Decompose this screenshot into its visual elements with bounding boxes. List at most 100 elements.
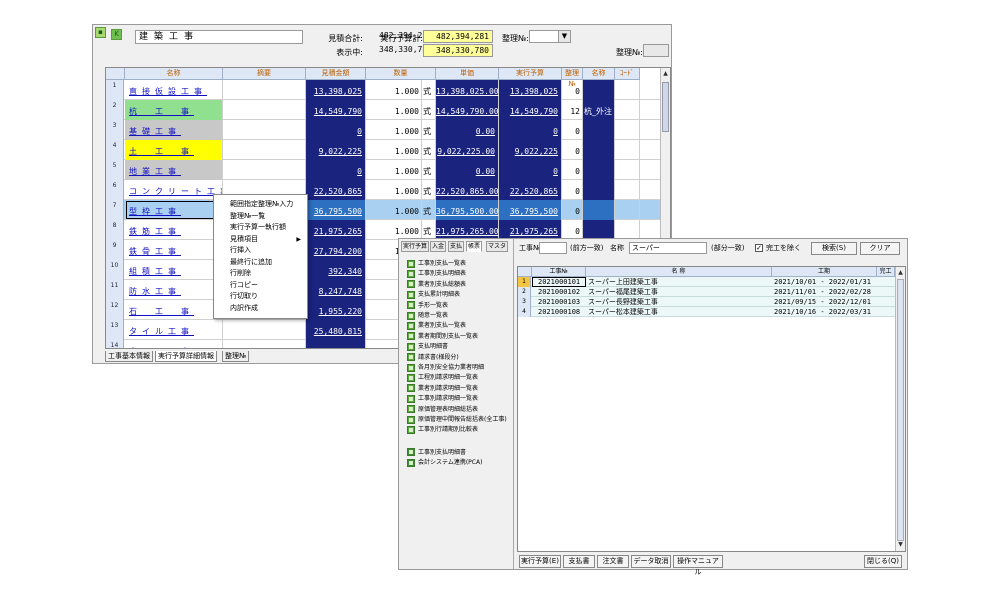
scroll-down-icon[interactable]: ▼ bbox=[896, 540, 905, 550]
row-unit-price[interactable]: 21,975,265.00 bbox=[436, 220, 499, 240]
row-unit[interactable]: 式 bbox=[422, 180, 436, 200]
row-unit[interactable]: 式 bbox=[422, 140, 436, 160]
table-row[interactable]: 4 2021000108 スーパー松本建築工事 2021/10/16 - 2022/0… bbox=[518, 307, 895, 317]
row-name[interactable]: スーパー松本建築工事 bbox=[586, 307, 772, 317]
row-name[interactable]: 木 工 事 bbox=[125, 340, 223, 348]
seiri-no-field-2[interactable] bbox=[643, 44, 669, 57]
context-menu-item[interactable]: 行挿入 bbox=[214, 245, 307, 256]
scroll-up-icon[interactable]: ▲ bbox=[661, 69, 670, 79]
row-estimate-amount[interactable]: 9,022,225 bbox=[306, 140, 366, 160]
row-name[interactable]: 組積工事 bbox=[125, 260, 223, 280]
col-header-koji-no[interactable]: 工事№ bbox=[532, 267, 586, 277]
row-name[interactable]: 地業工事 bbox=[125, 160, 223, 180]
table-row[interactable]: 1 2021000101 スーパー上田建築工事 2021/10/01 - 2022/0… bbox=[518, 277, 895, 287]
table-row[interactable]: 1 直接仮設工事 13,398,025 1.000 式 13,398,025.00 13,3… bbox=[106, 80, 661, 100]
row-done[interactable] bbox=[877, 277, 895, 287]
col-header-estimate-amount[interactable]: 見積金額 bbox=[306, 68, 366, 80]
row-exec-budget[interactable]: 0 bbox=[499, 160, 562, 180]
row-done[interactable] bbox=[877, 287, 895, 297]
row-unit-price[interactable]: 0.00 bbox=[436, 120, 499, 140]
report-menu-item[interactable]: 会計システム連携(PCA) bbox=[407, 458, 482, 468]
table-row[interactable]: 3 2021000103 スーパー長野建築工事 2021/09/15 - 2022/1… bbox=[518, 297, 895, 307]
name-input[interactable]: スーパー bbox=[629, 242, 707, 254]
row-estimate-amount[interactable]: 21,975,265 bbox=[306, 220, 366, 240]
row-quantity[interactable]: 1.000 bbox=[366, 140, 422, 160]
row-exec-budget[interactable]: 0 bbox=[499, 120, 562, 140]
row-summary[interactable] bbox=[223, 320, 306, 340]
row-name2[interactable] bbox=[583, 120, 615, 140]
row-unit-price[interactable]: 9,022,225.00 bbox=[436, 140, 499, 160]
row-seiri-no[interactable]: 0 bbox=[562, 180, 583, 200]
table-row[interactable]: 4土 工 事 9,022,225 1.000 式 9,022,225.00 9,022,2… bbox=[106, 140, 661, 160]
report-menu-item[interactable]: 工事別支払明細書 bbox=[407, 448, 466, 458]
row-unit-price[interactable]: 0.00 bbox=[436, 160, 499, 180]
row-name[interactable]: タイル工事 bbox=[125, 320, 223, 340]
row-quantity[interactable]: 1.000 bbox=[366, 120, 422, 140]
row-seiri-no[interactable]: 0 bbox=[562, 200, 583, 220]
row-summary[interactable] bbox=[223, 160, 306, 180]
row-code[interactable] bbox=[615, 120, 640, 140]
row-seiri-no[interactable]: 0 bbox=[562, 160, 583, 180]
report-menu-item[interactable]: 業者期間別支払一覧表 bbox=[407, 332, 478, 342]
row-name[interactable]: 土 工 事 bbox=[125, 140, 223, 160]
row-quantity[interactable]: 1.000 bbox=[366, 220, 422, 240]
row-period[interactable]: 2021/10/01 - 2022/01/31 bbox=[772, 277, 877, 287]
clear-button[interactable]: クリア bbox=[860, 242, 900, 255]
navigate-icon[interactable]: K bbox=[111, 29, 122, 40]
table-row[interactable]: 5 地業工事 0 1.000 式 0.00 0 0 bbox=[106, 160, 661, 180]
row-quantity[interactable]: 1.000 bbox=[366, 180, 422, 200]
row-estimate-amount[interactable]: 25,480,815 bbox=[306, 320, 366, 340]
scroll-thumb[interactable] bbox=[897, 279, 904, 541]
row-code[interactable] bbox=[615, 200, 640, 220]
context-menu-item[interactable]: 見積項目 ▶ bbox=[214, 234, 307, 245]
context-menu-item[interactable]: 実行予算一執行額 bbox=[214, 222, 307, 233]
report-menu-item[interactable]: 原価管理中間報告総括表(全工事) bbox=[407, 415, 507, 425]
row-name2[interactable]: 杭_外注 bbox=[583, 100, 615, 120]
row-estimate-amount[interactable]: 0 bbox=[306, 120, 366, 140]
payment-slip-button[interactable]: 支払書 bbox=[563, 555, 595, 568]
koji-no-input[interactable] bbox=[539, 242, 567, 254]
row-seiri-no[interactable]: 0 bbox=[562, 140, 583, 160]
tab-exec-budget[interactable]: 実行予算 bbox=[401, 241, 430, 252]
row-estimate-amount[interactable]: 1,955,220 bbox=[306, 300, 366, 320]
tab-exec-budget-detail[interactable]: 実行予算詳細情報 bbox=[155, 351, 217, 362]
col-header-done[interactable]: 完工 bbox=[877, 267, 895, 277]
exclude-done-checkbox[interactable]: ✓ bbox=[755, 244, 763, 252]
row-seiri-no[interactable]: 0 bbox=[562, 80, 583, 100]
row-koji-no[interactable]: 2021000103 bbox=[532, 297, 586, 307]
row-summary[interactable] bbox=[223, 340, 306, 348]
row-code[interactable] bbox=[615, 220, 640, 240]
row-exec-budget[interactable]: 22,520,865 bbox=[499, 180, 562, 200]
row-unit-price[interactable]: 22,520,865.00 bbox=[436, 180, 499, 200]
row-koji-no[interactable]: 2021000108 bbox=[532, 307, 586, 317]
scroll-up-icon[interactable]: ▲ bbox=[896, 268, 905, 278]
row-period[interactable]: 2021/11/01 - 2022/02/28 bbox=[772, 287, 877, 297]
tab-master[interactable]: マスタ bbox=[486, 241, 509, 252]
row-estimate-amount[interactable]: 0 bbox=[306, 160, 366, 180]
row-estimate-amount[interactable]: 14,549,790 bbox=[306, 100, 366, 120]
col-header-code[interactable]: ｺｰﾄﾞ bbox=[615, 68, 640, 80]
row-name[interactable]: 型枠工事 bbox=[125, 200, 223, 220]
row-estimate-amount[interactable]: 35,643,727 bbox=[306, 340, 366, 348]
row-code[interactable] bbox=[615, 80, 640, 100]
manual-button[interactable]: 操作マニュアル bbox=[673, 555, 723, 576]
row-koji-no[interactable]: 2021000101 bbox=[532, 277, 586, 287]
report-menu-item[interactable]: 手形一覧表 bbox=[407, 301, 448, 311]
row-koji-no[interactable]: 2021000102 bbox=[532, 287, 586, 297]
row-name[interactable]: コンクリート工事 bbox=[125, 180, 223, 200]
tab-deposit[interactable]: 入金 bbox=[430, 241, 447, 252]
row-name[interactable]: 鉄筋工事 bbox=[125, 220, 223, 240]
report-menu-item[interactable]: 工事別支払明細表 bbox=[407, 269, 466, 279]
report-menu-item[interactable]: 業者別請求明細一覧表 bbox=[407, 384, 478, 394]
row-unit-price[interactable]: 14,549,790.00 bbox=[436, 100, 499, 120]
row-estimate-amount[interactable]: 13,398,025 bbox=[306, 80, 366, 100]
report-menu-item[interactable]: 支払累計明細表 bbox=[407, 290, 460, 300]
row-name[interactable]: 鉄骨工事 bbox=[125, 240, 223, 260]
row-unit[interactable]: 式 bbox=[422, 120, 436, 140]
context-menu-item[interactable]: 内訳作成 bbox=[214, 303, 307, 314]
col-header-unit-price[interactable]: 単価 bbox=[436, 68, 499, 80]
row-quantity[interactable]: 1.000 bbox=[366, 80, 422, 100]
report-menu-item[interactable]: 原価管理表明細総括表 bbox=[407, 405, 478, 415]
search-button[interactable]: 検索(S) bbox=[811, 242, 857, 255]
report-menu-item[interactable]: 工事別支払一覧表 bbox=[407, 259, 466, 269]
